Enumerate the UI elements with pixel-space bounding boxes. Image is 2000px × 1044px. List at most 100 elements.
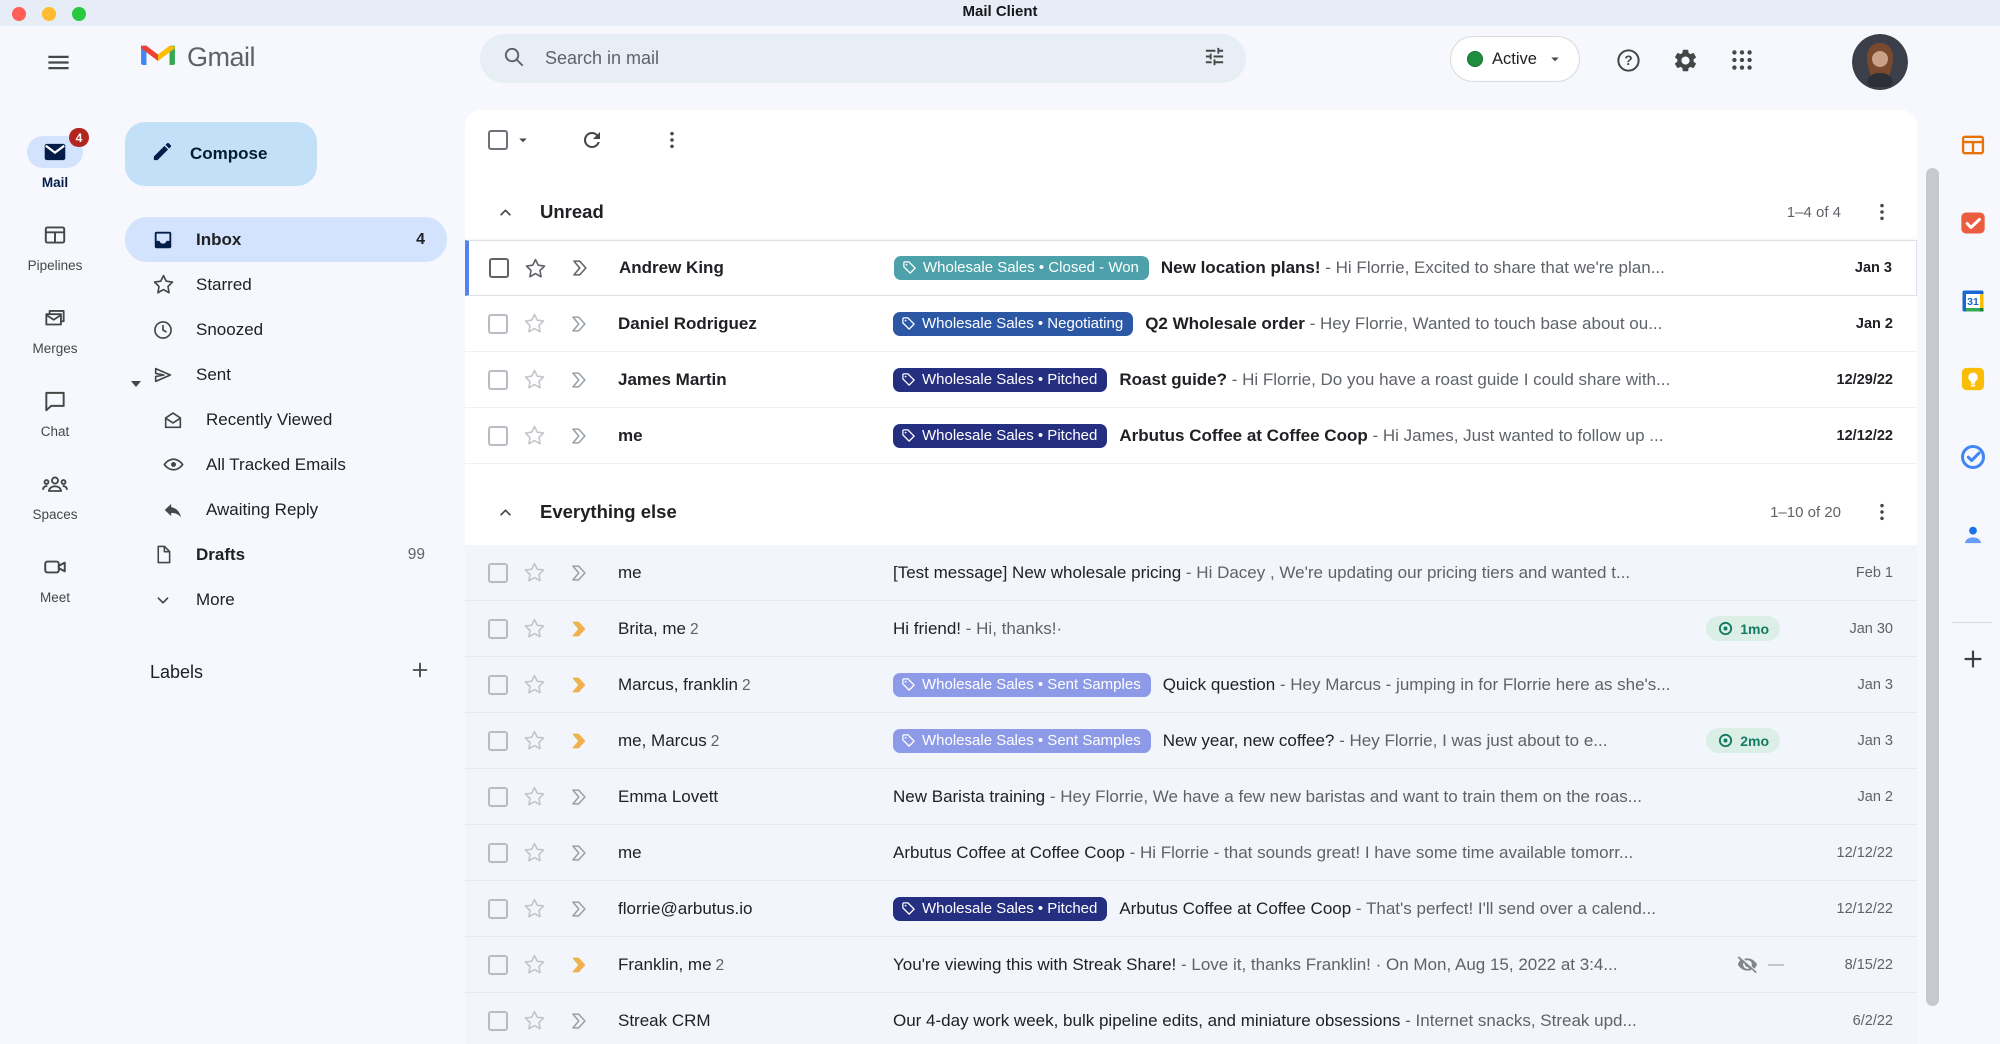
row-checkbox[interactable] [489, 258, 509, 278]
row-checkbox[interactable] [488, 955, 508, 975]
more-options-icon[interactable] [652, 120, 692, 160]
expand-triangle-icon[interactable] [131, 372, 141, 392]
sidebar-item-starred[interactable]: Starred [125, 262, 447, 307]
email-row[interactable]: James MartinWholesale Sales • PitchedRoa… [465, 352, 1917, 408]
star-icon[interactable] [522, 424, 546, 447]
email-row[interactable]: me[Test message] New wholesale pricing -… [465, 545, 1917, 601]
rail-item-merges[interactable]: Merges [0, 302, 110, 356]
streak-box-icon[interactable] [566, 730, 590, 752]
sidebar-item-recently-viewed[interactable]: Recently Viewed [125, 397, 447, 442]
star-icon[interactable] [522, 1009, 546, 1032]
search-bar[interactable]: Search in mail [480, 34, 1246, 83]
select-options-caret-icon[interactable] [514, 131, 532, 149]
streak-box-icon[interactable] [566, 954, 590, 976]
apps-grid-icon[interactable] [1722, 40, 1762, 80]
row-checkbox[interactable] [488, 370, 508, 390]
collapse-chevron-icon[interactable] [495, 502, 516, 523]
streak-box-icon[interactable] [566, 1010, 590, 1032]
rail-item-pipelines[interactable]: Pipelines [0, 219, 110, 273]
pipeline-stage-label[interactable]: Wholesale Sales • Pitched [893, 897, 1107, 921]
tasks-icon[interactable] [1958, 442, 1988, 472]
sidebar-item-sent[interactable]: Sent [125, 352, 447, 397]
sidebar-item-inbox[interactable]: Inbox4 [125, 217, 447, 262]
rail-item-chat[interactable]: Chat [0, 385, 110, 439]
sidebar-item-snoozed[interactable]: Snoozed [125, 307, 447, 352]
email-row[interactable]: me, Marcus2Wholesale Sales • Sent Sample… [465, 713, 1917, 769]
sidebar-item-all-tracked-emails[interactable]: All Tracked Emails [125, 442, 447, 487]
email-row[interactable]: Marcus, franklin2Wholesale Sales • Sent … [465, 657, 1917, 713]
star-icon[interactable] [522, 312, 546, 335]
add-label-icon[interactable] [409, 659, 431, 686]
email-row[interactable]: Franklin, me2You're viewing this with St… [465, 937, 1917, 993]
email-row[interactable]: Emma LovettNew Barista training - Hey Fl… [465, 769, 1917, 825]
pipeline-stage-label[interactable]: Wholesale Sales • Pitched [893, 368, 1107, 392]
star-icon[interactable] [523, 257, 547, 280]
star-icon[interactable] [522, 785, 546, 808]
row-checkbox[interactable] [488, 787, 508, 807]
help-icon[interactable]: ? [1608, 40, 1648, 80]
star-icon[interactable] [522, 673, 546, 696]
pipeline-stage-label[interactable]: Wholesale Sales • Pitched [893, 424, 1107, 448]
rail-item-mail[interactable]: 4Mail [0, 136, 110, 190]
email-row[interactable]: Streak CRMOur 4-day work week, bulk pipe… [465, 993, 1917, 1044]
streak-box-icon[interactable] [566, 898, 590, 920]
search-input[interactable]: Search in mail [545, 48, 1203, 69]
streak-box-icon[interactable] [566, 674, 590, 696]
streak-box-icon[interactable] [566, 369, 590, 391]
contacts-icon[interactable] [1958, 520, 1988, 550]
status-dropdown[interactable]: Active [1450, 36, 1580, 82]
star-icon[interactable] [522, 617, 546, 640]
star-icon[interactable] [522, 841, 546, 864]
email-row[interactable]: Brita, me2Hi friend! - Hi, thanks!·1moJa… [465, 601, 1917, 657]
star-icon[interactable] [522, 561, 546, 584]
row-checkbox[interactable] [488, 843, 508, 863]
add-icon[interactable] [1958, 644, 1988, 674]
pipeline-stage-label[interactable]: Wholesale Sales • Sent Samples [893, 729, 1151, 753]
sidebar-item-awaiting-reply[interactable]: Awaiting Reply [125, 487, 447, 532]
sidebar-item-more[interactable]: More [125, 577, 447, 622]
streak-box-icon[interactable] [566, 786, 590, 808]
keep-icon[interactable] [1958, 364, 1988, 394]
list-scrollbar[interactable] [1926, 168, 1939, 1006]
star-icon[interactable] [522, 729, 546, 752]
compose-button[interactable]: Compose [125, 122, 317, 186]
streak-box-icon[interactable] [566, 425, 590, 447]
email-row[interactable]: florrie@arbutus.ioWholesale Sales • Pitc… [465, 881, 1917, 937]
streak-box-icon[interactable] [566, 313, 590, 335]
refresh-icon[interactable] [572, 120, 612, 160]
email-row[interactable]: meArbutus Coffee at Coffee Coop - Hi Flo… [465, 825, 1917, 881]
rail-item-meet[interactable]: Meet [0, 551, 110, 605]
streak-pipelines-icon[interactable] [1958, 130, 1988, 160]
star-icon[interactable] [522, 368, 546, 391]
row-checkbox[interactable] [488, 426, 508, 446]
profile-avatar[interactable] [1852, 34, 1908, 90]
email-row[interactable]: Andrew KingWholesale Sales • Closed - Wo… [465, 240, 1917, 296]
streak-email-check-icon[interactable] [1958, 208, 1988, 238]
collapse-chevron-icon[interactable] [495, 202, 516, 223]
streak-box-icon[interactable] [567, 257, 591, 279]
section-more-icon[interactable] [1871, 501, 1893, 523]
search-icon[interactable] [502, 45, 525, 73]
row-checkbox[interactable] [488, 675, 508, 695]
section-more-icon[interactable] [1871, 201, 1893, 223]
star-icon[interactable] [522, 897, 546, 920]
row-checkbox[interactable] [488, 619, 508, 639]
row-checkbox[interactable] [488, 563, 508, 583]
select-all-checkbox[interactable] [488, 130, 508, 150]
streak-box-icon[interactable] [566, 618, 590, 640]
star-icon[interactable] [522, 953, 546, 976]
streak-box-icon[interactable] [566, 842, 590, 864]
row-checkbox[interactable] [488, 899, 508, 919]
pipeline-stage-label[interactable]: Wholesale Sales • Closed - Won [894, 256, 1149, 280]
pipeline-stage-label[interactable]: Wholesale Sales • Sent Samples [893, 673, 1151, 697]
email-row[interactable]: Daniel RodriguezWholesale Sales • Negoti… [465, 296, 1917, 352]
email-row[interactable]: meWholesale Sales • PitchedArbutus Coffe… [465, 408, 1917, 464]
row-checkbox[interactable] [488, 314, 508, 334]
sidebar-item-drafts[interactable]: Drafts99 [125, 532, 447, 577]
pipeline-stage-label[interactable]: Wholesale Sales • Negotiating [893, 312, 1133, 336]
row-checkbox[interactable] [488, 731, 508, 751]
streak-box-icon[interactable] [566, 562, 590, 584]
settings-gear-icon[interactable] [1665, 40, 1705, 80]
rail-item-spaces[interactable]: Spaces [0, 468, 110, 522]
search-options-icon[interactable] [1203, 45, 1226, 73]
